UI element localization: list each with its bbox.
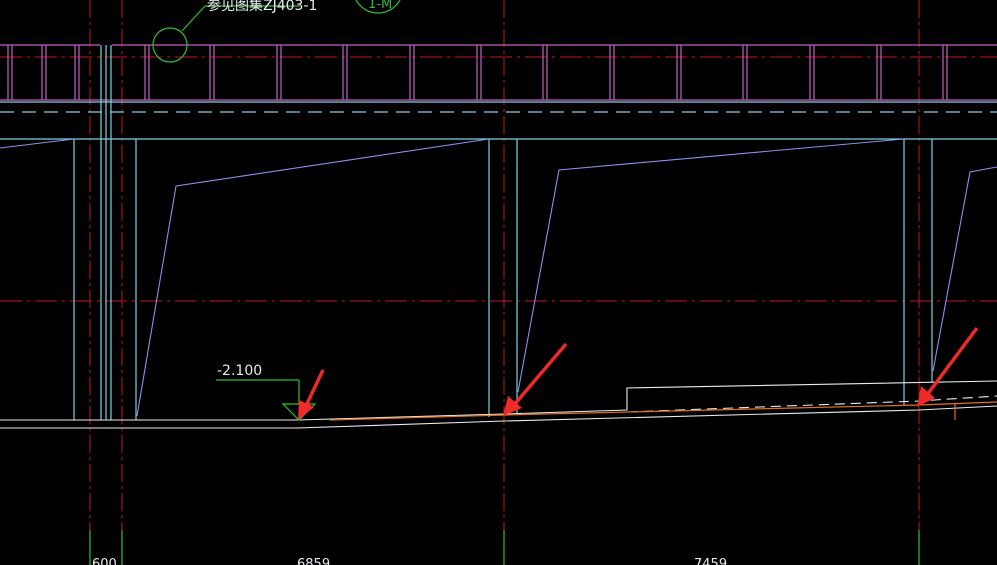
cad-drawing-canvas: 参见图集ZJ403-1 1-M -2.100 600 6859 7459 — [0, 0, 997, 565]
reference-note-text: 参见图集ZJ403-1 — [207, 0, 317, 14]
dimension-label-600: 600 — [92, 557, 117, 565]
dimension-label-6859: 6859 — [297, 557, 330, 565]
dimension-label-7459: 7459 — [694, 557, 727, 565]
detail-marker-text: 1-M — [368, 0, 392, 12]
elevation-label: -2.100 — [217, 363, 262, 379]
